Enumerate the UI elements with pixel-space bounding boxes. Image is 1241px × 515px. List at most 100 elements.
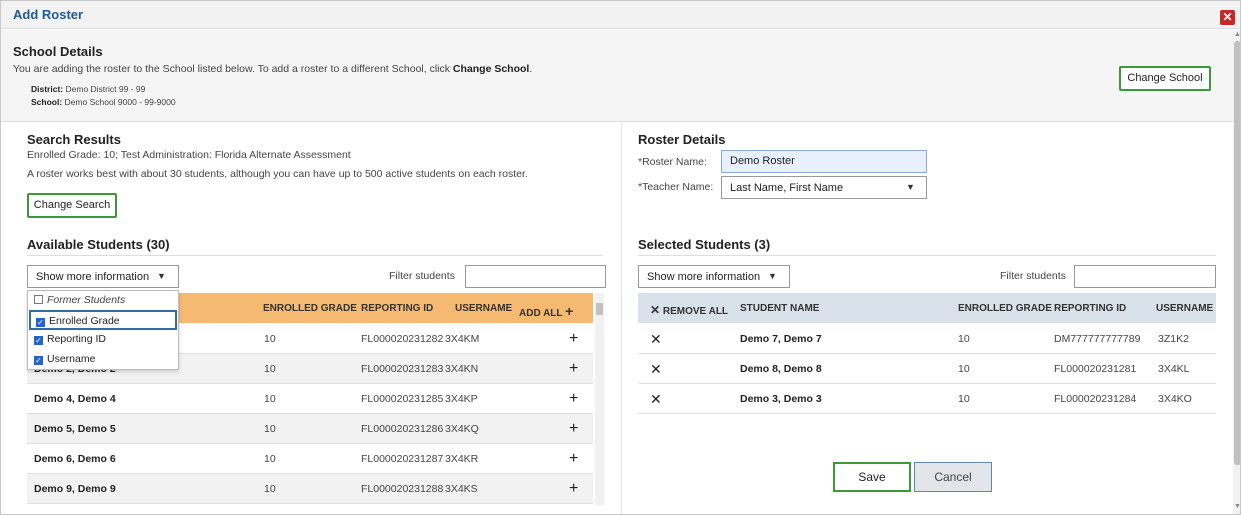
checkbox-checked-icon: ✓	[34, 356, 43, 365]
column-reporting-id[interactable]: REPORTING ID	[361, 303, 433, 314]
add-roster-dialog: Add Roster ✕ School Details You are addi…	[0, 0, 1241, 515]
dialog-titlebar: Add Roster ✕	[1, 1, 1240, 29]
student-name: Demo 4, Demo 4	[34, 393, 116, 405]
district-info: District: Demo District 99 - 99	[31, 84, 145, 94]
remove-student-close-icon[interactable]: ✕	[650, 362, 662, 376]
add-student-plus-icon[interactable]: +	[569, 421, 578, 437]
option-enrolled-grade[interactable]: ✓ Enrolled Grade	[29, 310, 177, 330]
column-username[interactable]: USERNAME	[455, 303, 512, 314]
student-name: Demo 7, Demo 7	[740, 333, 822, 345]
reporting-id: DM777777777789	[1054, 333, 1141, 345]
student-name: Demo 3, Demo 3	[740, 393, 822, 405]
filter-students-label: Filter students	[389, 270, 455, 282]
search-results-heading: Search Results	[27, 132, 121, 147]
show-more-info-menu: Former Students ✓ Enrolled Grade ✓ Reporti…	[27, 290, 179, 370]
scroll-up-icon[interactable]: ▲	[1234, 31, 1240, 38]
table-scrollbar[interactable]	[595, 293, 604, 505]
reporting-id: FL000020231286	[361, 423, 444, 435]
teacher-name-value: Last Name, First Name	[730, 182, 844, 194]
username: 3X4KQ	[445, 423, 479, 435]
roster-name-field[interactable]: Demo Roster	[721, 150, 927, 173]
add-student-plus-icon[interactable]: +	[569, 481, 578, 497]
column-enrolled-grade[interactable]: ENROLLED GRADE	[263, 303, 357, 314]
student-name: Demo 9, Demo 9	[34, 483, 116, 495]
close-icon: ✕	[650, 303, 661, 317]
username: 3X4KN	[445, 363, 479, 375]
show-more-info-label: Show more information	[36, 271, 150, 283]
search-criteria: Enrolled Grade: 10; Test Administration:…	[27, 149, 351, 161]
column-student-name[interactable]: STUDENT NAME	[740, 303, 819, 314]
column-username[interactable]: USERNAME	[1156, 303, 1213, 314]
dialog-scroll-thumb[interactable]	[1234, 41, 1240, 465]
cancel-button[interactable]: Cancel	[914, 462, 992, 492]
table-row: Demo 9, Demo 9 10 FL000020231288 3X4KS +	[27, 474, 593, 504]
show-more-info-label: Show more information	[647, 271, 761, 283]
district-label: District:	[31, 84, 64, 94]
enrolled-grade: 10	[264, 423, 276, 435]
enrolled-grade: 10	[958, 333, 970, 345]
add-student-plus-icon[interactable]: +	[569, 331, 578, 347]
available-students-heading: Available Students (30)	[27, 237, 170, 252]
plus-icon: +	[565, 303, 574, 319]
remove-all-button[interactable]: ✕ REMOVE ALL	[650, 303, 728, 317]
table-row: ✕ Demo 7, Demo 7 10 DM777777777789 3Z1K2	[638, 324, 1216, 354]
filter-students-input[interactable]	[465, 265, 606, 288]
username: 3X4KO	[1158, 393, 1192, 405]
roster-size-note: A roster works best with about 30 studen…	[27, 168, 528, 180]
reporting-id: FL000020231281	[1054, 363, 1137, 375]
selected-students-heading: Selected Students (3)	[638, 237, 771, 252]
student-name: Demo 5, Demo 5	[34, 423, 116, 435]
remove-student-close-icon[interactable]: ✕	[650, 332, 662, 346]
remove-student-close-icon[interactable]: ✕	[650, 392, 662, 406]
username: 3X4KL	[1158, 363, 1190, 375]
column-divider	[621, 122, 622, 514]
school-details-heading: School Details	[13, 44, 103, 59]
student-name: Demo 6, Demo 6	[34, 453, 116, 465]
add-all-button[interactable]: ADD ALL +	[519, 303, 573, 319]
divider	[27, 255, 603, 256]
checkbox-checked-icon: ✓	[36, 318, 45, 327]
district-value: Demo District 99 - 99	[65, 84, 146, 94]
reporting-id: FL000020231287	[361, 453, 444, 465]
checkbox-unchecked-icon	[34, 295, 43, 304]
table-row: ✕ Demo 8, Demo 8 10 FL000020231281 3X4KL	[638, 354, 1216, 384]
add-student-plus-icon[interactable]: +	[569, 391, 578, 407]
enrolled-grade: 10	[958, 393, 970, 405]
table-row: Demo 4, Demo 4 10 FL000020231285 3X4KP +	[27, 384, 593, 414]
close-icon[interactable]: ✕	[1220, 10, 1235, 25]
school-label: School:	[31, 97, 63, 107]
teacher-name-select[interactable]: Last Name, First Name	[721, 176, 927, 199]
school-details-panel: School Details You are adding the roster…	[1, 30, 1233, 122]
column-reporting-id[interactable]: REPORTING ID	[1054, 303, 1126, 314]
table-row: Demo 6, Demo 6 10 FL000020231287 3X4KR +	[27, 444, 593, 474]
teacher-name-label: *Teacher Name:	[638, 181, 714, 193]
scroll-down-icon[interactable]: ▼	[1234, 503, 1240, 510]
change-school-button[interactable]: Change School	[1119, 66, 1211, 91]
school-value: Demo School 9000 - 99-9000	[64, 97, 176, 107]
enrolled-grade: 10	[264, 453, 276, 465]
username: 3X4KP	[445, 393, 478, 405]
add-student-plus-icon[interactable]: +	[569, 451, 578, 467]
enrolled-grade: 10	[264, 393, 276, 405]
roster-name-label: *Roster Name:	[638, 156, 707, 168]
column-enrolled-grade[interactable]: ENROLLED GRADE	[958, 303, 1052, 314]
option-former-students[interactable]: Former Students	[29, 291, 177, 311]
chevron-down-icon: ▼	[906, 182, 915, 192]
enrolled-grade: 10	[264, 483, 276, 495]
divider	[638, 255, 1216, 256]
change-search-button[interactable]: Change Search	[27, 193, 117, 218]
username: 3X4KR	[445, 453, 479, 465]
school-info: School: Demo School 9000 - 99-9000	[31, 97, 176, 107]
reporting-id: FL000020231284	[1054, 393, 1137, 405]
checkbox-checked-icon: ✓	[34, 336, 43, 345]
option-username[interactable]: ✓ Username	[29, 350, 177, 370]
table-scroll-thumb[interactable]	[596, 303, 603, 315]
filter-selected-students-input[interactable]	[1074, 265, 1216, 288]
add-student-plus-icon[interactable]: +	[569, 361, 578, 377]
reporting-id: FL000020231282	[361, 333, 444, 345]
chevron-down-icon: ▼	[157, 271, 166, 281]
table-row: Demo 5, Demo 5 10 FL000020231286 3X4KQ +	[27, 414, 593, 444]
option-reporting-id[interactable]: ✓ Reporting ID	[29, 330, 177, 350]
table-row: ✕ Demo 3, Demo 3 10 FL000020231284 3X4KO	[638, 384, 1216, 414]
save-button[interactable]: Save	[833, 462, 911, 492]
